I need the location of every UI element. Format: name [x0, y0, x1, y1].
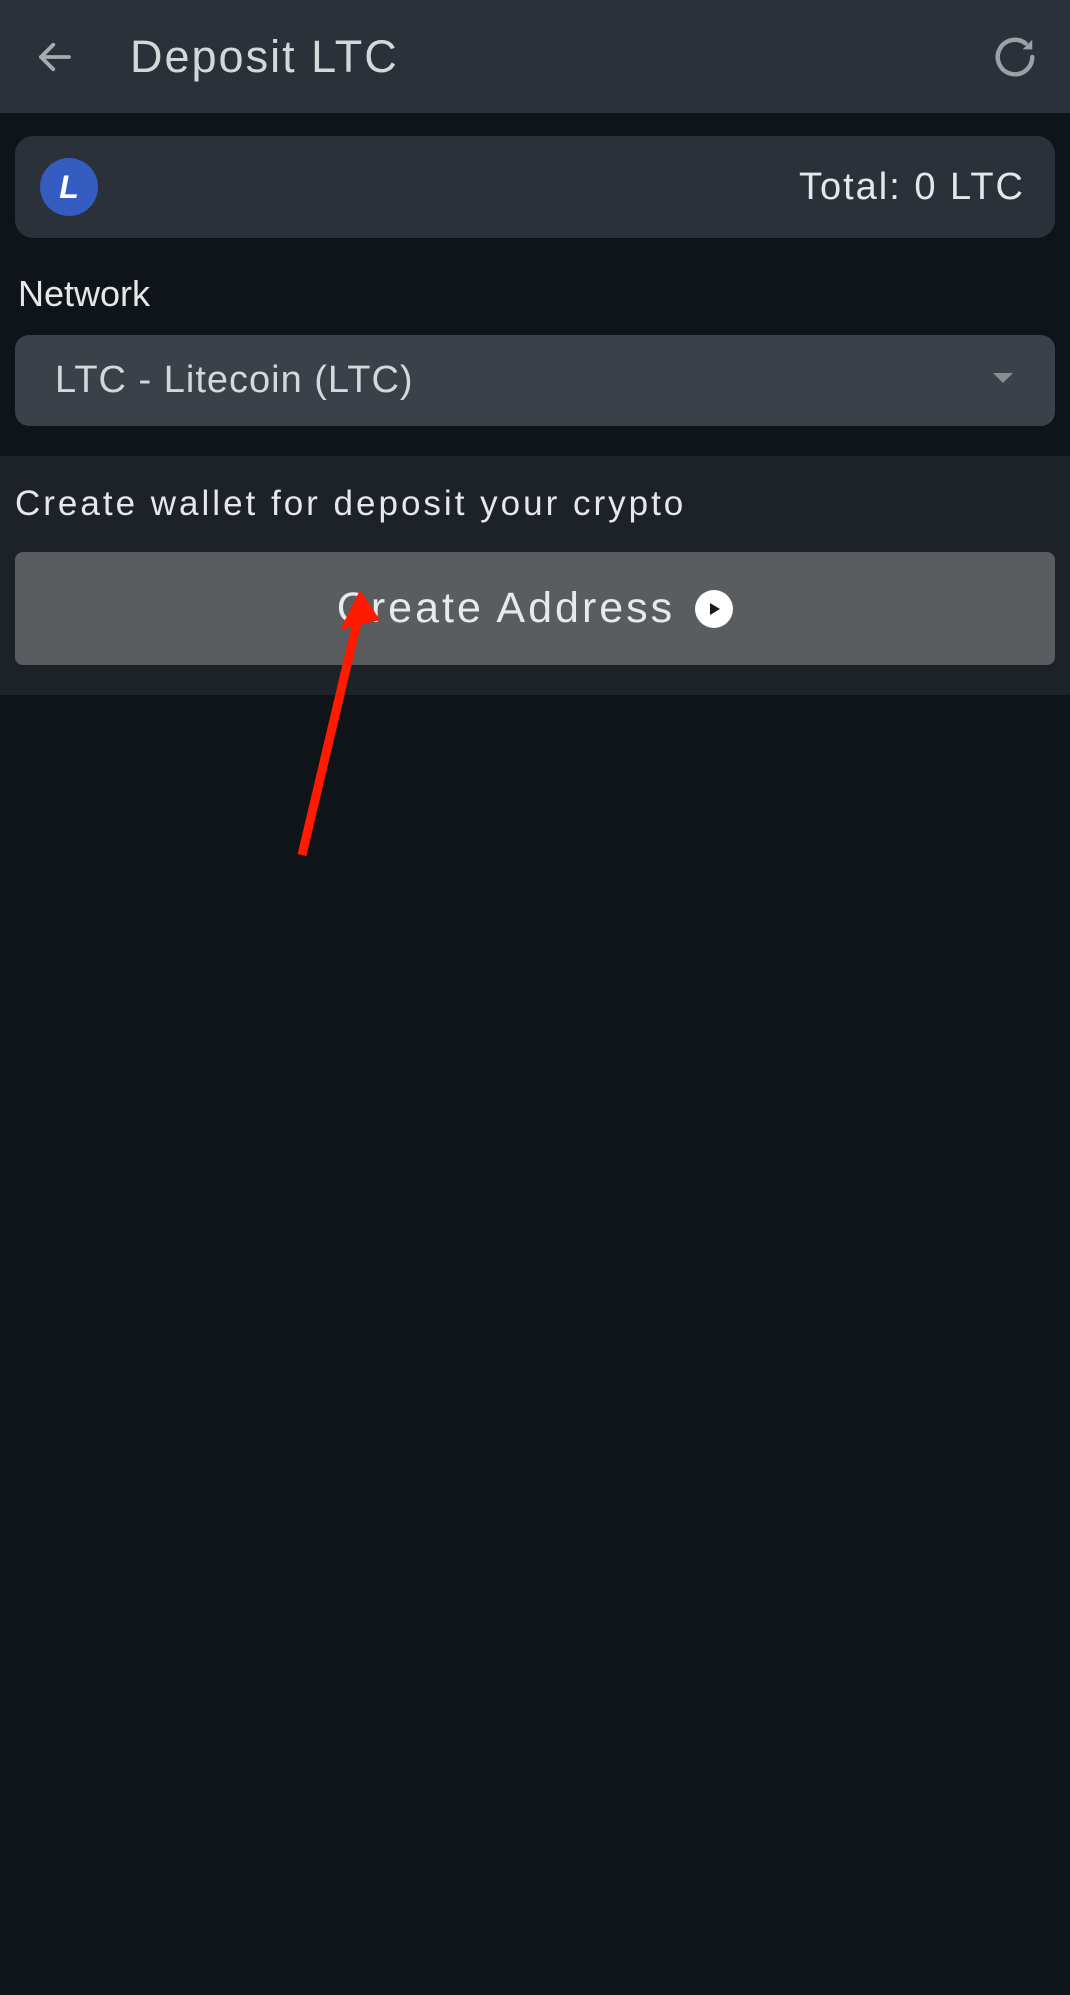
- create-wallet-section: Create wallet for deposit your crypto Cr…: [0, 456, 1070, 695]
- refresh-icon: [992, 34, 1038, 80]
- chevron-down-icon: [991, 371, 1015, 390]
- network-select[interactable]: LTC - Litecoin (LTC): [15, 335, 1055, 426]
- network-label: Network: [15, 273, 1055, 315]
- coin-symbol: L: [59, 169, 79, 206]
- balance-total: Total: 0 LTC: [799, 166, 1025, 209]
- main-content: L Total: 0 LTC Network LTC - Litecoin (L…: [0, 113, 1070, 695]
- arrow-left-icon: [34, 36, 76, 78]
- create-address-button[interactable]: Create Address: [15, 552, 1055, 665]
- network-selected-value: LTC - Litecoin (LTC): [55, 359, 414, 402]
- refresh-button[interactable]: [990, 32, 1040, 82]
- create-wallet-description: Create wallet for deposit your crypto: [15, 484, 1055, 524]
- back-button[interactable]: [30, 32, 80, 82]
- play-circle-icon: [695, 590, 733, 628]
- balance-card: L Total: 0 LTC: [15, 136, 1055, 238]
- litecoin-icon: L: [40, 158, 98, 216]
- create-address-label: Create Address: [337, 584, 675, 633]
- page-title: Deposit LTC: [130, 31, 399, 83]
- app-header: Deposit LTC: [0, 0, 1070, 113]
